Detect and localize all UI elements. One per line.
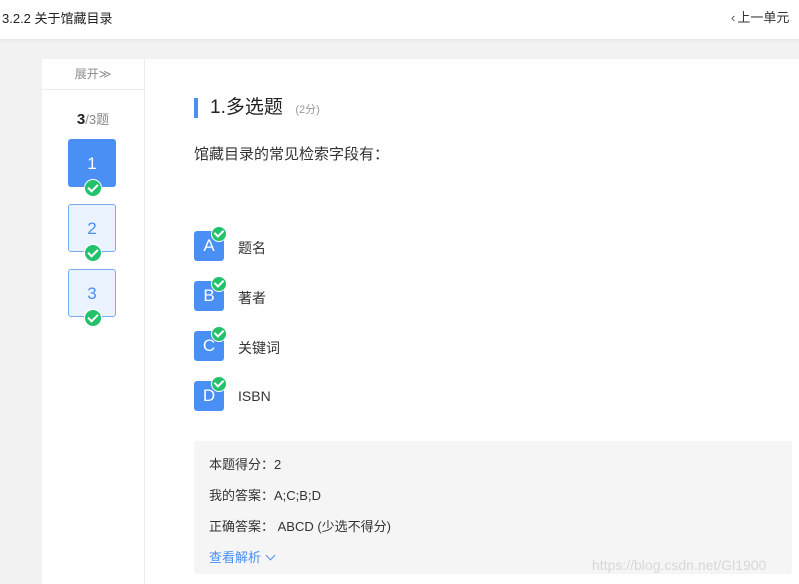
option-d[interactable]: D ISBN — [194, 376, 494, 411]
my-answer-label: 我的答案： — [209, 488, 275, 503]
watermark: https://blog.csdn.net/Gl1900 — [592, 557, 767, 573]
question-nav-3[interactable]: 3 — [68, 269, 116, 327]
option-text: ISBN — [238, 388, 271, 404]
question-type: 1.多选题 — [210, 97, 283, 118]
question-panel: 1.多选题 (2分) 馆藏目录的常见检索字段有： A 题名 B 著者 C 关键词… — [145, 59, 799, 584]
progress-done: 3 — [76, 111, 86, 128]
question-nav-number: 1 — [87, 154, 97, 173]
question-nav-2[interactable]: 2 — [68, 204, 116, 262]
view-analysis-link[interactable]: 查看解析 — [209, 547, 276, 566]
score-row: 本题得分：2 — [209, 454, 281, 473]
expand-button[interactable]: 展开≫ — [42, 59, 144, 90]
prev-unit-label: 上一单元 — [737, 10, 790, 25]
check-icon — [84, 309, 102, 327]
progress-count: 3/3题 — [42, 109, 144, 128]
option-b[interactable]: B 著者 — [194, 276, 494, 311]
page-title: 3.2.2 关于馆藏目录 — [2, 11, 113, 26]
chevron-down-icon — [265, 550, 276, 561]
option-c[interactable]: C 关键词 — [194, 326, 494, 361]
progress-total: /3题 — [85, 112, 110, 127]
chevron-left-icon: ‹ — [731, 10, 736, 25]
option-a[interactable]: A 题名 — [194, 226, 494, 261]
check-icon — [211, 276, 227, 292]
option-text: 著者 — [238, 290, 266, 306]
score-value: 2 — [274, 457, 282, 472]
correct-answer-row: 正确答案： ABCD (少选不得分) — [209, 516, 391, 535]
correct-answer-value: ABCD (少选不得分) — [274, 519, 392, 534]
my-answer-value: A;C;B;D — [274, 488, 321, 503]
option-text: 题名 — [238, 240, 266, 256]
check-icon — [211, 226, 227, 242]
check-icon — [84, 179, 102, 197]
question-title: 1.多选题 (2分) — [194, 98, 320, 118]
question-nav-number: 2 — [87, 219, 97, 238]
question-nav-1[interactable]: 1 — [68, 139, 116, 197]
check-icon — [84, 244, 102, 262]
question-score: (2分) — [295, 104, 320, 116]
question-nav-number: 3 — [87, 284, 97, 303]
correct-answer-label: 正确答案： — [209, 519, 275, 534]
prev-unit-button[interactable]: ‹ 上一单元 — [731, 7, 789, 26]
score-label: 本题得分： — [209, 457, 275, 472]
question-stem: 馆藏目录的常见检索字段有： — [194, 146, 390, 163]
check-icon — [211, 326, 227, 342]
top-bar: 3.2.2 关于馆藏目录 ‹ 上一单元 — [0, 0, 799, 39]
question-sidebar: 展开≫ 3/3题 1 2 3 — [42, 59, 145, 584]
option-text: 关键词 — [238, 340, 280, 356]
answer-result-box: 本题得分：2 我的答案：A;C;B;D 正确答案： ABCD (少选不得分) 查… — [194, 441, 792, 574]
my-answer-row: 我的答案：A;C;B;D — [209, 485, 321, 504]
view-analysis-label: 查看解析 — [209, 550, 276, 565]
check-icon — [211, 376, 227, 392]
view-analysis-text: 查看解析 — [209, 550, 262, 565]
